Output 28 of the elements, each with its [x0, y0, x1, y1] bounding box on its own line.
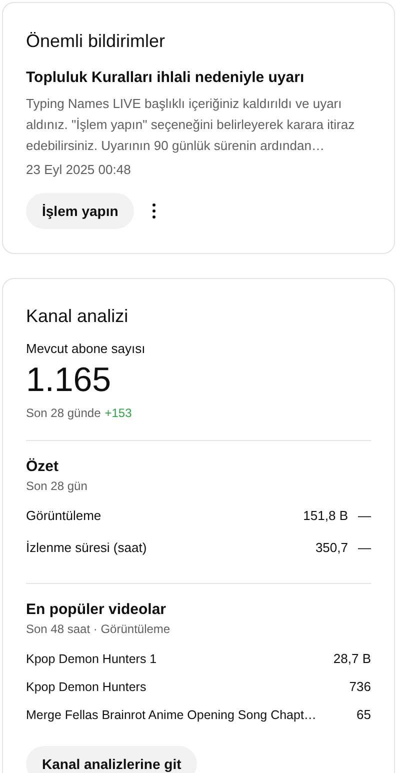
video-views: 28,7 B [333, 650, 371, 668]
metric-label: İzlenme süresi (saat) [26, 539, 147, 557]
more-options-icon[interactable] [152, 203, 156, 219]
video-views: 736 [349, 678, 371, 696]
video-title[interactable]: Merge Fellas Brainrot Anime Opening Song Chapt… [26, 706, 316, 724]
video-views: 65 [356, 706, 371, 724]
period-label: Son 48 saat · Görüntüleme [26, 621, 172, 638]
period-label: Son 28 gün [26, 478, 88, 495]
metric-value: 350,7 [315, 539, 348, 557]
take-action-button[interactable]: İşlem yapın [26, 193, 134, 229]
card-title: Önemli bildirimler [26, 30, 166, 53]
card-title: Kanal analizi [26, 305, 130, 328]
subscribers-label: Mevcut abone sayısı [26, 340, 146, 358]
section-title: Özet [26, 457, 60, 477]
section-title: En popüler videolar [26, 600, 168, 620]
trend-indicator: — [358, 507, 371, 525]
video-title[interactable]: Kpop Demon Hunters [26, 678, 146, 696]
notification-date: 23 Eyl 2025 00:48 [26, 161, 132, 179]
subscriber-count: 1.165 [26, 360, 112, 400]
metric-value: 151,8 B [303, 507, 348, 525]
video-title[interactable]: Kpop Demon Hunters 1 [26, 650, 157, 668]
metric-label: Görüntüleme [26, 507, 102, 525]
trend-indicator: — [358, 539, 371, 557]
notification-title: Topluluk Kuralları ihlali nedeniyle uyarı [26, 68, 306, 88]
notification-body: Typing Names LIVE başlıklı içeriğiniz kaldırıldı ve uyarı aldınız. "İşlem yapın" seçeneğini belirleyerek karara itiraz edebilirsiniz. Uyarının 90 günlük sürenin ardından… [26, 95, 356, 155]
channel-analytics-button[interactable]: Kanal analizlerine git [26, 746, 198, 773]
subscriber-change: +153 [104, 406, 132, 420]
period-label: Son 28 günde [26, 405, 101, 422]
